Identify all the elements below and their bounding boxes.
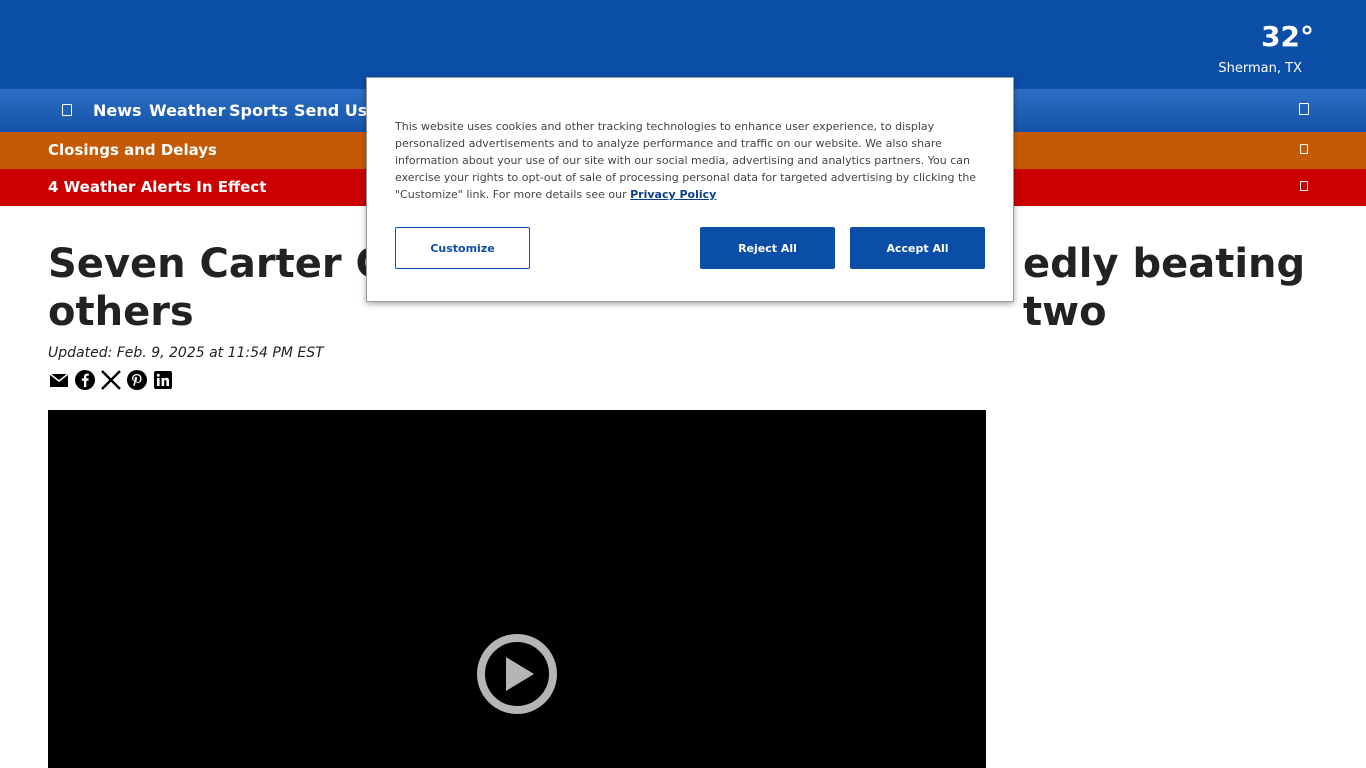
home-icon[interactable]	[62, 104, 72, 116]
play-icon[interactable]	[476, 633, 558, 715]
nav-item-sports[interactable]: Sports	[229, 101, 288, 120]
email-icon[interactable]	[48, 369, 70, 391]
facebook-icon[interactable]	[74, 369, 96, 391]
reject-all-button[interactable]: Reject All	[700, 227, 835, 269]
site-header: 32° Sherman, TX	[0, 0, 1366, 89]
cookie-consent-text: This website uses cookies and other trac…	[395, 118, 983, 203]
privacy-policy-link[interactable]: Privacy Policy	[630, 188, 716, 201]
chevron-right-icon	[1300, 181, 1308, 191]
temperature[interactable]: 32°	[1261, 20, 1314, 53]
updated-timestamp: Updated: Feb. 9, 2025 at 11:54 PM EST	[48, 345, 324, 361]
customize-button[interactable]: Customize	[395, 227, 530, 269]
closings-label: Closings and Delays	[48, 141, 217, 159]
nav-item-weather[interactable]: Weather	[149, 101, 226, 120]
location[interactable]: Sherman, TX	[1218, 61, 1302, 76]
search-icon[interactable]	[1299, 103, 1309, 115]
share-bar	[48, 369, 174, 391]
headline-text-line2: others	[48, 289, 194, 335]
weather-alerts-label: 4 Weather Alerts In Effect	[48, 178, 267, 196]
linkedin-icon[interactable]	[152, 369, 174, 391]
nav-item-news[interactable]: News	[93, 101, 142, 120]
x-icon[interactable]	[100, 369, 122, 391]
video-player[interactable]	[48, 410, 986, 768]
headline-text-right: edly beating two	[1023, 241, 1306, 335]
accept-all-button[interactable]: Accept All	[850, 227, 985, 269]
chevron-right-icon	[1300, 144, 1308, 154]
pinterest-icon[interactable]	[126, 369, 148, 391]
cookie-consent-dialog: This website uses cookies and other trac…	[366, 77, 1014, 302]
